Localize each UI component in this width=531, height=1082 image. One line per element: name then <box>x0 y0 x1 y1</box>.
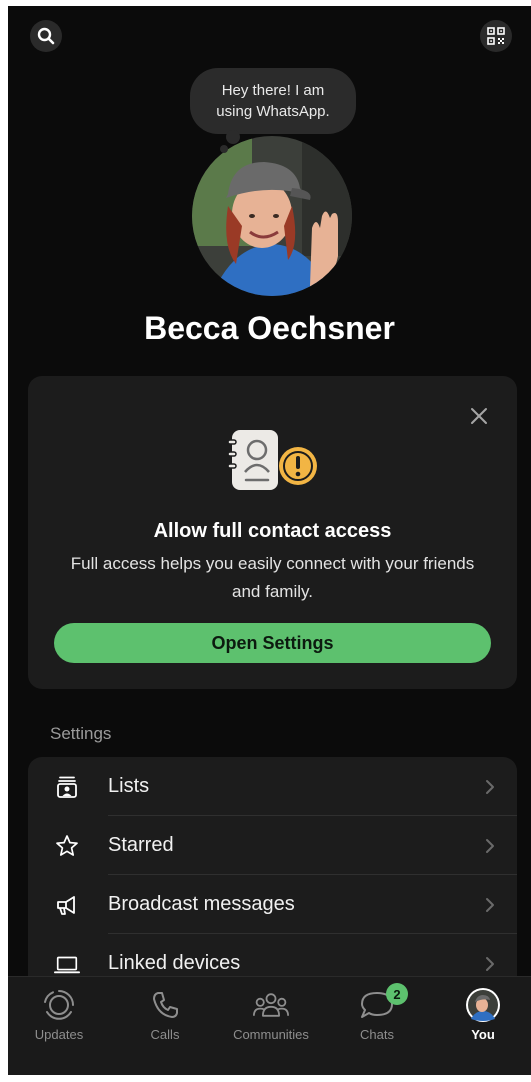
tab-label: Chats <box>360 1027 394 1042</box>
bubble-tail-small <box>220 145 228 153</box>
qr-code-icon <box>487 27 505 45</box>
tab-you[interactable]: You <box>438 983 528 1043</box>
search-icon <box>37 27 55 45</box>
tab-communities[interactable]: Communities <box>226 983 316 1043</box>
settings-item-label: Starred <box>108 834 174 856</box>
star-icon <box>54 833 80 859</box>
settings-item-label: Linked devices <box>108 952 241 974</box>
profile-photo[interactable] <box>192 136 352 296</box>
unread-chats-badge: 2 <box>386 983 408 1005</box>
updates-icon <box>41 987 77 1023</box>
chevron-right-icon <box>486 780 494 794</box>
tab-label: Updates <box>34 1027 84 1042</box>
close-icon <box>471 408 487 424</box>
tab-label: You <box>471 1027 495 1042</box>
bubble-tail <box>226 130 240 144</box>
profile-screen: Hey there! I am using WhatsApp. Becca Oe… <box>8 6 531 1075</box>
tab-label: Communities <box>233 1027 309 1042</box>
open-settings-button[interactable]: Open Settings <box>54 623 491 663</box>
avatar <box>465 987 501 1023</box>
settings-item-lists[interactable]: Lists <box>28 757 517 816</box>
chevron-right-icon <box>486 957 494 971</box>
settings-item-broadcast-messages[interactable]: Broadcast messages <box>28 875 517 934</box>
lists-icon <box>54 774 80 800</box>
settings-item-starred[interactable]: Starred <box>28 816 517 875</box>
close-card-button[interactable] <box>467 404 491 428</box>
chevron-right-icon <box>486 898 494 912</box>
contact-access-title: Allow full contact access <box>153 520 392 542</box>
phone-icon <box>147 987 183 1023</box>
bottom-tab-bar: Updates Calls Communities 2 Chats You <box>8 976 531 1075</box>
chevron-right-icon <box>486 839 494 853</box>
contact-access-description: Full access helps you easily connect wit… <box>70 554 475 601</box>
tab-chats[interactable]: 2 Chats <box>332 983 422 1043</box>
contact-book-warning-icon <box>227 430 317 490</box>
settings-item-label: Broadcast messages <box>108 893 295 915</box>
about-bubble[interactable]: Hey there! I am using WhatsApp. <box>190 68 356 134</box>
search-button[interactable] <box>30 20 62 52</box>
tab-calls[interactable]: Calls <box>120 983 210 1043</box>
qr-code-button[interactable] <box>480 20 512 52</box>
profile-name[interactable]: Becca Oechsner <box>8 310 531 347</box>
megaphone-icon <box>54 892 80 918</box>
settings-item-label: Lists <box>108 775 150 797</box>
tab-updates[interactable]: Updates <box>14 983 104 1043</box>
settings-section-header: Settings <box>50 724 112 743</box>
tab-label: Calls <box>150 1027 180 1042</box>
contact-access-card: Allow full contact access Full access he… <box>28 376 517 689</box>
communities-icon <box>253 987 289 1023</box>
profile-photo-image <box>192 136 352 296</box>
laptop-icon <box>54 951 80 977</box>
